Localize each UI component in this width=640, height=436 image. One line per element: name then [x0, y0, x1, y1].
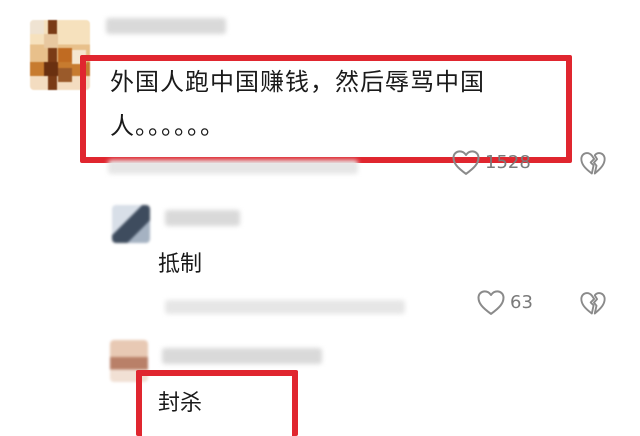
dislike-button[interactable] — [579, 149, 607, 177]
like-count: 63 — [510, 291, 533, 313]
reply-text: 抵制 — [158, 252, 203, 277]
like-button[interactable]: 1528 — [451, 148, 531, 176]
avatar[interactable] — [112, 205, 150, 243]
username-blurred[interactable] — [106, 18, 226, 34]
highlight-box — [136, 370, 298, 436]
like-button[interactable]: 63 — [476, 288, 533, 316]
dislike-button[interactable] — [579, 289, 607, 317]
broken-heart-icon — [580, 292, 606, 315]
highlight-box — [80, 55, 572, 163]
broken-heart-icon — [580, 152, 606, 175]
comment-meta-blurred — [108, 160, 358, 174]
comment-meta-blurred — [165, 300, 405, 314]
like-count: 1528 — [485, 151, 531, 173]
username-blurred[interactable] — [165, 210, 240, 226]
username-blurred[interactable] — [162, 348, 322, 364]
heart-outline-icon — [477, 290, 505, 315]
heart-outline-icon — [452, 150, 480, 175]
